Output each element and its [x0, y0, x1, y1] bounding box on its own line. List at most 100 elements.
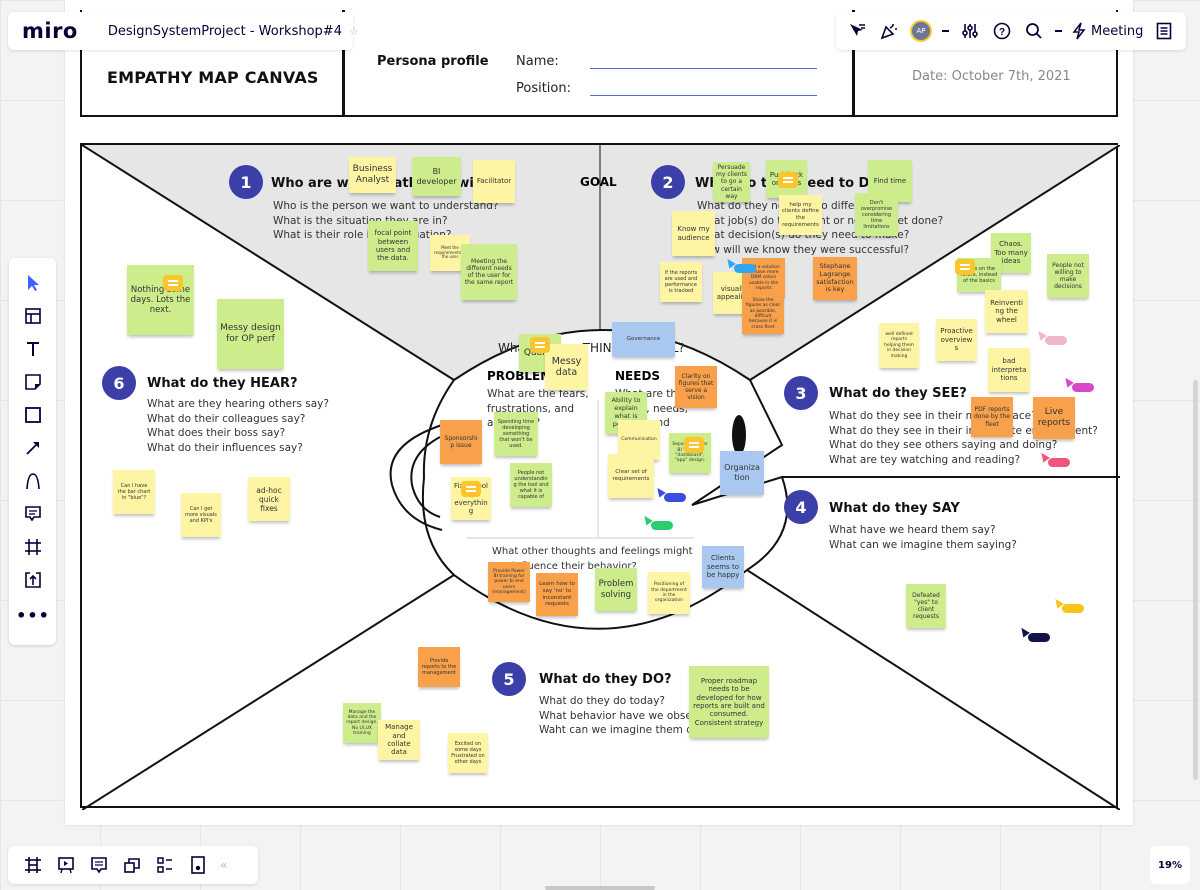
zoom-level[interactable]: 19% [1150, 846, 1190, 884]
cursor-filter-icon[interactable] [846, 20, 868, 42]
section-number-5: 5 [492, 662, 526, 696]
sticky-note[interactable]: Learn how to say 'no' to inconstant requ… [536, 573, 578, 616]
sticky-note[interactable]: help my clients define the requirements [779, 195, 822, 235]
collaborator-name-tag [1062, 604, 1084, 613]
sticky-note[interactable]: Can I have the bar chart in "blue"? [113, 470, 155, 514]
sticky-note[interactable]: Governance [612, 322, 675, 357]
miro-logo[interactable]: miro [22, 19, 78, 43]
comments-icon[interactable] [88, 854, 110, 876]
sticky-note[interactable]: focal point between users and the data. [368, 221, 418, 271]
sticky-note[interactable]: If the reports are used and performance … [660, 262, 702, 302]
sticky-note[interactable]: Proactive overviews [936, 319, 977, 361]
question: What are they hearing others say? [147, 398, 329, 410]
sticky-note[interactable]: Messy design for OP perf [217, 299, 284, 369]
help-icon[interactable]: ? [991, 20, 1013, 42]
sticky-note[interactable]: Manage and collate data [378, 720, 420, 760]
board-panel-icon[interactable] [187, 854, 209, 876]
star-icon[interactable]: ☆ [349, 25, 359, 38]
frame-tool-icon[interactable] [21, 535, 45, 559]
avatar[interactable]: AP [910, 20, 932, 42]
section-title-4: What do they SAY [829, 501, 960, 516]
settings-sliders-icon[interactable] [959, 20, 981, 42]
sticky-note[interactable]: Sponsorship issue [440, 420, 482, 464]
svg-text:?: ? [999, 27, 1005, 38]
sticky-note[interactable]: Stephane Lagrange satisfaction is key [813, 257, 857, 300]
horizontal-scrollbar[interactable] [545, 886, 655, 890]
sticky-note[interactable]: Defeated "yes" to client requests [906, 584, 946, 628]
sticky-note[interactable]: Manage the data and the report design. N… [343, 703, 381, 743]
sticky-note[interactable]: People not understanding the tool and wh… [510, 463, 552, 507]
search-icon[interactable] [1023, 20, 1045, 42]
sticky-note[interactable]: Can I get more visuals and KPI's [181, 493, 221, 537]
comment-tool-icon[interactable] [21, 502, 45, 526]
shape-tool-icon[interactable] [21, 403, 45, 427]
comment-icon[interactable] [461, 481, 481, 498]
templates-tool-icon[interactable] [21, 304, 45, 328]
notes-icon[interactable] [1153, 20, 1175, 42]
pen-tool-icon[interactable] [21, 469, 45, 493]
creation-toolbar: ••• [9, 258, 56, 645]
name-label: Name: [516, 54, 559, 69]
sticky-note[interactable]: Positioning of the department in the org… [648, 572, 690, 614]
kanban-icon[interactable] [154, 854, 176, 876]
sticky-note[interactable]: Organization [720, 451, 764, 495]
more-tools-icon[interactable]: ••• [16, 603, 49, 627]
sticky-note[interactable]: Proper roadmap needs to be developed for… [689, 666, 769, 738]
comment-icon[interactable] [955, 259, 975, 276]
board-title[interactable]: DesignSystemProject - Workshop#4 [108, 24, 342, 39]
sticky-note[interactable]: Business Analyst [349, 157, 396, 193]
text-tool-icon[interactable] [21, 337, 45, 361]
sticky-note[interactable]: People not willing to make decisions [1047, 254, 1089, 298]
sticky-note[interactable]: Problem solving [595, 568, 637, 611]
sticky-note[interactable]: Live reports [1033, 397, 1075, 439]
sticky-note[interactable]: Facilitator [473, 160, 515, 203]
position-field[interactable] [590, 95, 817, 96]
vertical-scrollbar[interactable] [1193, 380, 1198, 780]
sticky-note[interactable]: Don't overpromise considering time limit… [855, 193, 898, 236]
sticky-note[interactable]: Provide Power BI training for power bi e… [488, 562, 530, 602]
sticky-note-tool-icon[interactable] [21, 370, 45, 394]
bottom-toolbar: « [8, 846, 258, 884]
sticky-note[interactable]: Show the figures as clear as possible, d… [742, 294, 784, 334]
upload-tool-icon[interactable] [21, 568, 45, 592]
sticky-note[interactable]: ad-hoc quick fixes [248, 477, 290, 521]
sticky-note[interactable]: Reinventing the wheel [985, 290, 1028, 333]
section-number-1: 1 [229, 165, 263, 199]
question: What do they see others saying and doing… [829, 439, 1058, 451]
question: How will we know they were successful? [697, 243, 910, 256]
comment-icon[interactable] [530, 337, 550, 354]
sticky-note[interactable]: BI developer [412, 157, 461, 196]
sticky-note[interactable]: bad interpretations [988, 348, 1030, 392]
collapse-toolbar-button[interactable]: « [220, 858, 227, 872]
section-number-2: 2 [651, 165, 685, 199]
sticky-note[interactable]: Spending time developing something that … [494, 412, 538, 456]
comment-icon[interactable] [684, 437, 704, 454]
canvas-title: EMPATHY MAP CANVAS [107, 68, 319, 87]
comment-icon[interactable] [778, 172, 798, 189]
question: What other thoughts and feelings might [492, 546, 693, 557]
arrow-tool-icon[interactable] [21, 436, 45, 460]
sticky-note[interactable]: Clarity on figures that serve a vision [675, 366, 717, 408]
meeting-button[interactable]: Meeting [1072, 22, 1143, 40]
sticky-note[interactable]: Excited on some days Frustrated on other… [448, 733, 488, 773]
frames-icon[interactable] [22, 854, 44, 876]
collaborator-name-tag [1028, 633, 1050, 642]
comment-icon[interactable] [163, 275, 183, 292]
select-tool-icon[interactable] [21, 271, 45, 295]
sticky-note[interactable]: Provide reports to the management [418, 647, 460, 687]
sticky-note[interactable]: Meeting the different needs of the user … [461, 244, 517, 300]
sticky-note[interactable]: Nothing some days. Lots the next. [127, 265, 194, 335]
sticky-note[interactable]: Messy data [545, 344, 588, 390]
sticky-note[interactable]: PDF reports done by the fleet [971, 397, 1013, 437]
sticky-note[interactable]: Clear set of requirements [608, 454, 654, 498]
sticky-note[interactable]: Know my audience [672, 211, 715, 256]
sticky-note[interactable]: well defined reports helping them in dec… [879, 323, 919, 368]
collaborator-name-tag [1045, 336, 1067, 345]
celebrate-icon[interactable] [878, 20, 900, 42]
section-number-3: 3 [784, 376, 818, 410]
sticky-note[interactable]: Clients seems to be happy [702, 546, 744, 588]
name-field[interactable] [590, 68, 817, 69]
sticky-note[interactable]: Persuade my clients to go a certain way [713, 162, 750, 202]
cards-icon[interactable] [121, 854, 143, 876]
presentation-icon[interactable] [55, 854, 77, 876]
